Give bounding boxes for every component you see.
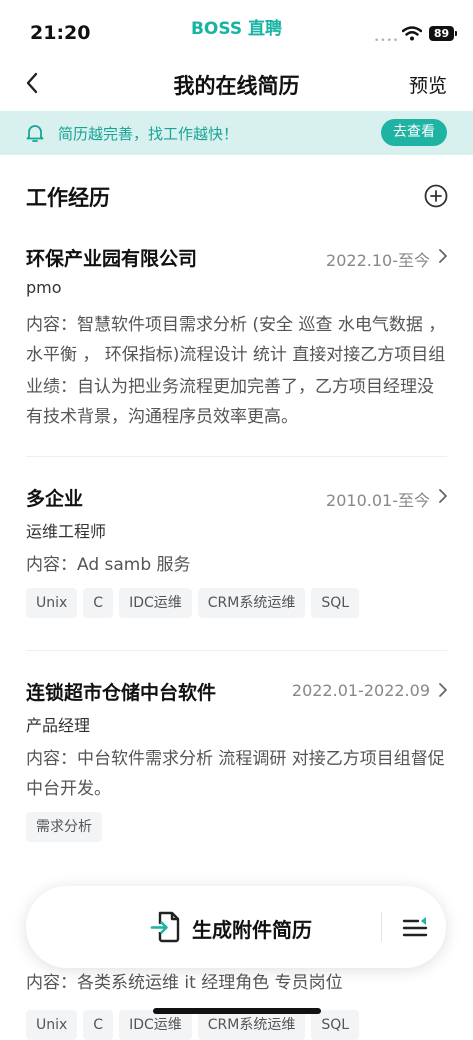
date-range: 2022.10-至今 — [326, 251, 430, 270]
bell-icon — [26, 125, 44, 142]
experience-item[interactable]: 环保产业园有限公司 2022.10-至今 pmo 内容：智慧软件项目需求分析 (… — [26, 244, 448, 434]
tip-text: 简历越完善，找工作越快！ — [58, 125, 239, 143]
company-name: 连锁超市仓储中台软件 — [26, 682, 217, 704]
skill-tag: CRM系统运维 — [197, 588, 306, 618]
company-name: 多企业 — [26, 488, 84, 510]
skill-tag: SQL — [311, 1010, 360, 1040]
add-circle-icon[interactable] — [424, 184, 448, 208]
skill-tag: IDC运维 — [119, 588, 192, 618]
page-title: 我的在线简历 — [173, 74, 300, 98]
skill-tag: C — [83, 588, 114, 618]
chevron-right-icon — [439, 249, 447, 263]
skill-tags: 需求分析 — [26, 812, 102, 842]
divider — [26, 456, 447, 457]
cellular-signal-icon: •••• — [374, 36, 400, 46]
skill-tag: 需求分析 — [26, 812, 102, 842]
job-content: 内容：中台软件需求分析 流程调研 对接乙方项目组督促中台开发。 — [26, 749, 445, 799]
menu-icon[interactable] — [402, 915, 428, 939]
battery-icon: 89 — [429, 26, 454, 41]
status-bar: 21:20 BOSS 直聘 •••• 89 — [0, 0, 473, 60]
date-range: 2010.01-至今 — [326, 491, 430, 510]
check-now-button[interactable]: 去查看 — [381, 119, 447, 146]
job-content: 内容：Ad samb 服务 — [26, 555, 191, 575]
chevron-right-icon — [439, 489, 447, 503]
wifi-icon — [402, 26, 422, 41]
skill-tag: Unix — [26, 588, 78, 618]
skill-tags: Unix C IDC运维 CRM系统运维 SQL — [26, 1010, 360, 1040]
job-title: 产品经理 — [26, 716, 91, 735]
chevron-right-icon — [439, 683, 447, 697]
skill-tags: Unix C IDC运维 CRM系统运维 SQL — [26, 588, 360, 618]
home-indicator — [153, 1008, 321, 1014]
generate-resume-button[interactable]: 生成附件简历 — [192, 914, 312, 943]
job-title: 运维工程师 — [26, 522, 107, 541]
job-achievement: 业绩：自认为把业务流程更加完善了，乙方项目经理没有技术背景，沟通程序员效率更高。 — [26, 377, 434, 427]
job-title: pmo — [26, 278, 62, 297]
skill-tag: CRM系统运维 — [197, 1010, 306, 1040]
divider — [26, 650, 447, 651]
floating-action-bar: 生成附件简历 — [26, 886, 446, 968]
tip-banner: 简历越完善，找工作越快！ 去查看 — [0, 111, 473, 155]
experience-item[interactable]: 连锁超市仓储中台软件 2022.01-2022.09 产品经理 内容：中台软件需… — [26, 678, 448, 848]
skill-tag: Unix — [26, 1010, 78, 1040]
job-content: 内容：智慧软件项目需求分析 (安全 巡查 水电气数据 ， 水平衡 ， 环保指标)… — [26, 315, 446, 365]
skill-tag: IDC运维 — [119, 1010, 192, 1040]
battery-tip — [455, 31, 457, 36]
skill-tag: C — [83, 1010, 114, 1040]
divider — [381, 912, 382, 942]
generate-document-icon — [150, 911, 180, 943]
nav-bar: 我的在线简历 预览 — [0, 60, 473, 110]
section-title: 工作经历 — [26, 186, 110, 210]
company-name: 环保产业园有限公司 — [26, 248, 198, 270]
experience-item[interactable]: 多企业 2010.01-至今 运维工程师 内容：Ad samb 服务 Unix … — [26, 484, 448, 624]
date-range: 2022.01-2022.09 — [291, 681, 430, 700]
skill-tag: SQL — [311, 588, 360, 618]
job-content: 内容：各类系统运维 it 经理角色 专员岗位 — [26, 973, 343, 993]
preview-button[interactable]: 预览 — [409, 71, 447, 98]
